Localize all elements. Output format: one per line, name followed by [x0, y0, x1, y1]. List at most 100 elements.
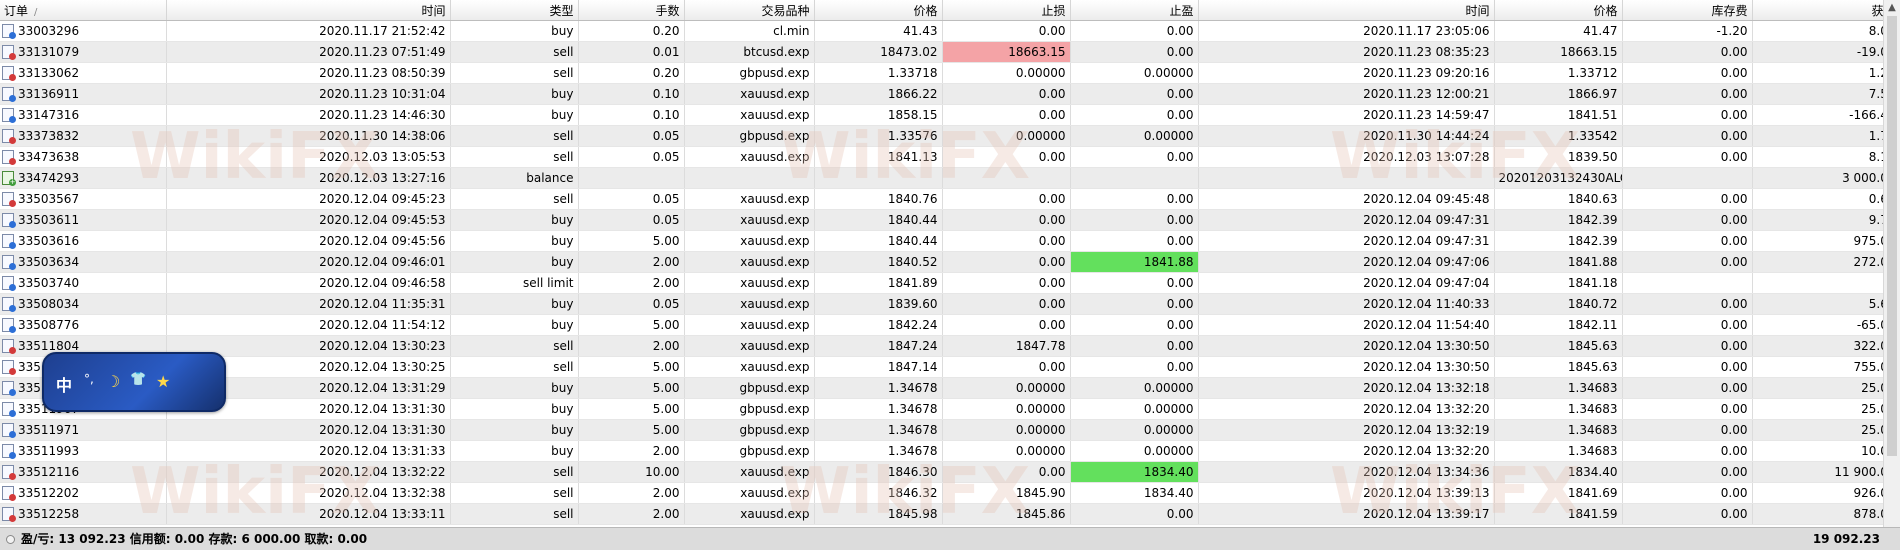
cell-symbol: xauusd.exp — [684, 272, 815, 294]
cell-symbol: gbpusd.exp — [684, 62, 815, 84]
column-header-swap[interactable]: 库存费 — [1622, 0, 1753, 21]
cell-symbol: xauusd.exp — [684, 503, 815, 525]
cell-type: balance — [450, 167, 579, 189]
table-row[interactable]: 33131079 2020.11.23 07:51:49 sell 0.01 btcus… — [0, 41, 1900, 63]
sell-order-icon — [2, 150, 16, 166]
cell-close-price: 1.34683 — [1494, 377, 1623, 399]
table-row[interactable]: 33147316 2020.11.23 14:46:30 buy 0.10 xauusd… — [0, 104, 1900, 126]
cell-take-profit: 0.00 — [1070, 209, 1199, 231]
moon-icon[interactable]: ☽ — [106, 372, 120, 391]
table-row[interactable]: 33136911 2020.11.23 10:31:04 buy 0.10 xauusd… — [0, 83, 1900, 105]
cell-open-time: 2020.12.04 11:54:12 — [166, 314, 451, 336]
cell-type: buy — [450, 83, 579, 105]
buy-order-icon — [2, 108, 16, 124]
buy-order-icon — [2, 423, 16, 439]
cell-stop-loss: 0.00 — [942, 146, 1071, 168]
cell-stop-loss: 0.00 — [942, 230, 1071, 252]
table-row[interactable]: 33511993 2020.12.04 13:31:33 buy 2.00 gbpusd… — [0, 440, 1900, 462]
column-header-symbol[interactable]: 交易品种 — [684, 0, 815, 21]
order-number: 33508034 — [18, 296, 80, 311]
cell-symbol: xauusd.exp — [684, 146, 815, 168]
table-row[interactable]: 335 2020.12.04 13:31:29 buy 5.00 gbpusd.exp 1… — [0, 377, 1900, 399]
cell-lots: 10.00 — [578, 461, 685, 483]
column-header-profit[interactable]: 获利 — [1752, 0, 1900, 21]
cell-close-time: 2020.12.04 13:39:17 — [1198, 503, 1495, 525]
ime-punctuation-icon[interactable]: °, — [84, 372, 94, 386]
table-row[interactable]: 33503611 2020.12.04 09:45:53 buy 0.05 xauusd… — [0, 209, 1900, 231]
cell-stop-loss — [942, 167, 1071, 189]
cell-price: 1.33718 — [814, 62, 943, 84]
order-number: 33473638 — [18, 149, 80, 164]
column-header-type[interactable]: 类型 — [450, 0, 579, 21]
scroll-up-arrow-icon[interactable]: ▲ — [1884, 0, 1900, 16]
cell-lots: 0.10 — [578, 83, 685, 105]
cell-lots — [578, 167, 685, 189]
cell-close-price: 1841.69 — [1494, 482, 1623, 504]
cell-close-time: 2020.12.04 11:40:33 — [1198, 293, 1495, 315]
skin-icon[interactable]: 👕 — [130, 372, 146, 387]
sell-order-icon — [2, 360, 16, 376]
order-number: 33503634 — [18, 254, 80, 269]
vertical-scrollbar[interactable]: ▲ — [1883, 0, 1900, 527]
table-row[interactable]: 33512258 2020.12.04 13:33:11 sell 2.00 xauus… — [0, 503, 1900, 525]
cell-swap: 0.00 — [1622, 503, 1753, 525]
cell-swap: 0.00 — [1622, 104, 1753, 126]
table-row[interactable]: 33511804 2020.12.04 13:30:23 sell 2.00 xauus… — [0, 335, 1900, 357]
column-header-open-time[interactable]: 时间 — [166, 0, 451, 21]
cell-type: sell — [450, 41, 579, 63]
column-header-take-profit[interactable]: 止盈 — [1070, 0, 1199, 21]
ime-language-toggle[interactable]: 中 — [56, 372, 72, 396]
cell-price: 1839.60 — [814, 293, 943, 315]
table-row[interactable]: 33503616 2020.12.04 09:45:56 buy 5.00 xauusd… — [0, 230, 1900, 252]
cell-close-time: 2020.12.04 13:30:50 — [1198, 356, 1495, 378]
status-indicator-icon — [6, 535, 15, 544]
table-row[interactable]: 335 2020.12.04 13:30:25 sell 5.00 xauusd.exp… — [0, 356, 1900, 378]
table-row[interactable]: 33503740 2020.12.04 09:46:58 sell limit 2.0… — [0, 272, 1900, 294]
table-row[interactable]: 33512116 2020.12.04 13:32:22 sell 10.00 xauu… — [0, 461, 1900, 483]
table-row[interactable]: 33473638 2020.12.03 13:05:53 sell 0.05 xauus… — [0, 146, 1900, 168]
cell-take-profit: 1841.88 — [1070, 251, 1199, 273]
order-number: 33136911 — [18, 86, 80, 101]
column-header-lots[interactable]: 手数 — [578, 0, 685, 21]
cell-type: sell — [450, 335, 579, 357]
cell-price: 1.34678 — [814, 398, 943, 420]
table-row[interactable]: 33503567 2020.12.04 09:45:23 sell 0.05 xauus… — [0, 188, 1900, 210]
ime-toolbar[interactable]: 中 °, ☽ 👕 ★ — [42, 352, 226, 412]
table-row[interactable]: 33003296 2020.11.17 21:52:42 buy 0.20 cl.min… — [0, 20, 1900, 42]
cell-lots: 2.00 — [578, 272, 685, 294]
cell-close-price: 1.33542 — [1494, 125, 1623, 147]
table-row[interactable]: 335119672020.12.04 13:31:30buy5.00gbpusd… — [0, 398, 1900, 420]
cell-profit: 9.75 — [1752, 209, 1900, 231]
cell-profit: 878.00 — [1752, 503, 1900, 525]
cell-order: 33511971 — [0, 419, 167, 441]
table-row[interactable]: 33511971 2020.12.04 13:31:30 buy 5.00 gbpusd… — [0, 419, 1900, 441]
table-row[interactable]: 33508776 2020.12.04 11:54:12 buy 5.00 xauusd… — [0, 314, 1900, 336]
column-header-stop-loss[interactable]: 止损 — [942, 0, 1071, 21]
scrollbar-thumb[interactable] — [1887, 16, 1897, 456]
cell-open-time: 2020.12.04 09:46:58 — [166, 272, 451, 294]
table-row[interactable]: 33373832 2020.11.30 14:38:06 sell 0.05 gbpus… — [0, 125, 1900, 147]
order-number: 33503567 — [18, 191, 80, 206]
cell-stop-loss: 0.00000 — [942, 377, 1071, 399]
table-row[interactable]: 33474293 2020.12.03 13:27:16balance 202012… — [0, 167, 1900, 189]
star-icon[interactable]: ★ — [156, 372, 170, 391]
column-header-order[interactable]: 订单 / — [0, 0, 167, 21]
cell-lots: 5.00 — [578, 230, 685, 252]
table-row[interactable]: 33133062 2020.11.23 08:50:39 sell 0.20 gbpus… — [0, 62, 1900, 84]
order-number: 33503616 — [18, 233, 80, 248]
cell-open-time: 2020.12.03 13:05:53 — [166, 146, 451, 168]
table-row[interactable]: 33503634 2020.12.04 09:46:01 buy 2.00 xauusd… — [0, 251, 1900, 273]
cell-profit: 322.00 — [1752, 335, 1900, 357]
column-header-price[interactable]: 价格 — [814, 0, 943, 21]
cell-price: 1847.24 — [814, 335, 943, 357]
cell-price: 1840.76 — [814, 188, 943, 210]
cell-type: buy — [450, 230, 579, 252]
buy-order-icon — [2, 444, 16, 460]
cell-order: 33511993 — [0, 440, 167, 462]
cell-type: buy — [450, 419, 579, 441]
column-header-close-price[interactable]: 价格 — [1494, 0, 1623, 21]
column-header-close-time[interactable]: 时间 — [1198, 0, 1495, 21]
cell-type: sell — [450, 62, 579, 84]
table-row[interactable]: 33512202 2020.12.04 13:32:38 sell 2.00 xauus… — [0, 482, 1900, 504]
table-row[interactable]: 33508034 2020.12.04 11:35:31 buy 0.05 xauusd… — [0, 293, 1900, 315]
